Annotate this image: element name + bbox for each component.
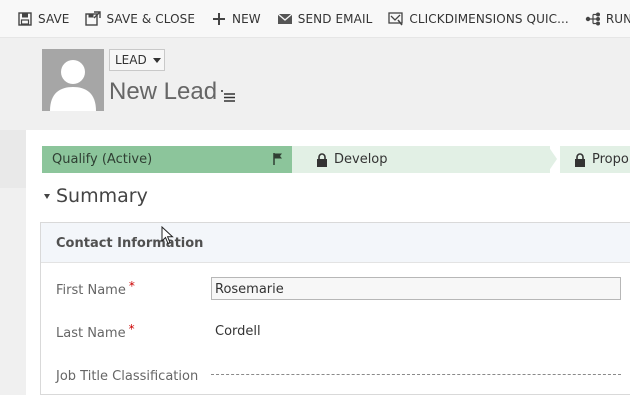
first-name-value: Rosemarie (215, 282, 284, 297)
person-silhouette-icon (50, 60, 96, 111)
stage-propose[interactable]: Propo (560, 146, 630, 173)
chevron-down-icon (152, 57, 161, 63)
first-name-row: First Name * Rosemarie (56, 276, 626, 306)
avatar[interactable] (42, 49, 104, 111)
last-name-value: Cordell (215, 324, 261, 339)
email-icon (277, 11, 293, 27)
contact-information-section: Contact Information First Name * Rosemari… (40, 222, 630, 395)
last-name-label: Last Name * (56, 322, 135, 341)
section-header: Contact Information (41, 223, 630, 263)
save-button-label: SAVE (38, 11, 70, 26)
job-title-classification-field[interactable] (211, 362, 621, 375)
job-title-classification-label: Job Title Classification (56, 369, 199, 384)
lock-icon (575, 152, 585, 167)
run-campaign-button[interactable]: RUN CAM (577, 0, 630, 37)
stage-develop-label: Develop (334, 152, 388, 167)
menu-icon (221, 90, 235, 102)
flag-icon (273, 153, 282, 165)
save-close-button[interactable]: SAVE & CLOSE (77, 0, 203, 37)
stage-propose-label: Propo (592, 152, 629, 167)
stage-qualify[interactable]: Qualify (Active) (42, 146, 292, 173)
last-name-field[interactable]: Cordell (211, 320, 621, 343)
new-button-label: NEW (232, 11, 261, 26)
clickdimensions-button[interactable]: CLICKDIMENSIONS QUIC... (380, 0, 576, 37)
summary-tab-header[interactable]: Summary (44, 185, 148, 207)
plus-icon (211, 11, 227, 27)
first-name-field[interactable]: Rosemarie (211, 277, 621, 300)
stage-develop[interactable]: Develop (292, 146, 550, 173)
section-title: Contact Information (56, 236, 204, 251)
required-marker: * (128, 279, 135, 293)
collapse-triangle-icon (44, 193, 50, 199)
required-marker: * (128, 322, 135, 336)
entity-type-label: LEAD (115, 53, 147, 67)
workflow-icon (585, 11, 601, 27)
summary-title: Summary (56, 185, 148, 207)
save-button[interactable]: SAVE (0, 0, 77, 37)
first-name-label: First Name * (56, 279, 135, 298)
mouse-cursor-icon (161, 226, 174, 245)
left-strip (0, 130, 26, 188)
record-title: New Lead (109, 78, 218, 105)
clickdimensions-button-label: CLICKDIMENSIONS QUIC... (409, 11, 569, 26)
send-email-button[interactable]: SEND EMAIL (269, 0, 381, 37)
new-button[interactable]: NEW (203, 0, 269, 37)
clickdimensions-icon (388, 11, 404, 27)
run-campaign-button-label: RUN CAM (605, 11, 630, 26)
job-title-classification-row: Job Title Classification (56, 362, 626, 392)
last-name-row: Last Name * Cordell (56, 319, 626, 349)
save-icon (17, 11, 33, 27)
save-close-icon (85, 10, 102, 27)
record-header: LEAD New Lead (0, 38, 630, 130)
stage-qualify-label: Qualify (Active) (52, 152, 153, 167)
send-email-button-label: SEND EMAIL (297, 11, 373, 26)
save-close-button-label: SAVE & CLOSE (106, 11, 196, 26)
record-menu-button[interactable] (220, 88, 236, 102)
command-bar: SAVE SAVE & CLOSE NEW SEND EMAIL CLICKDI… (0, 0, 630, 38)
entity-type-dropdown[interactable]: LEAD (109, 49, 165, 71)
stage-arrow-2 (548, 146, 557, 172)
process-bar: Qualify (Active) Develop Propo (42, 146, 630, 173)
lock-icon (317, 152, 327, 167)
